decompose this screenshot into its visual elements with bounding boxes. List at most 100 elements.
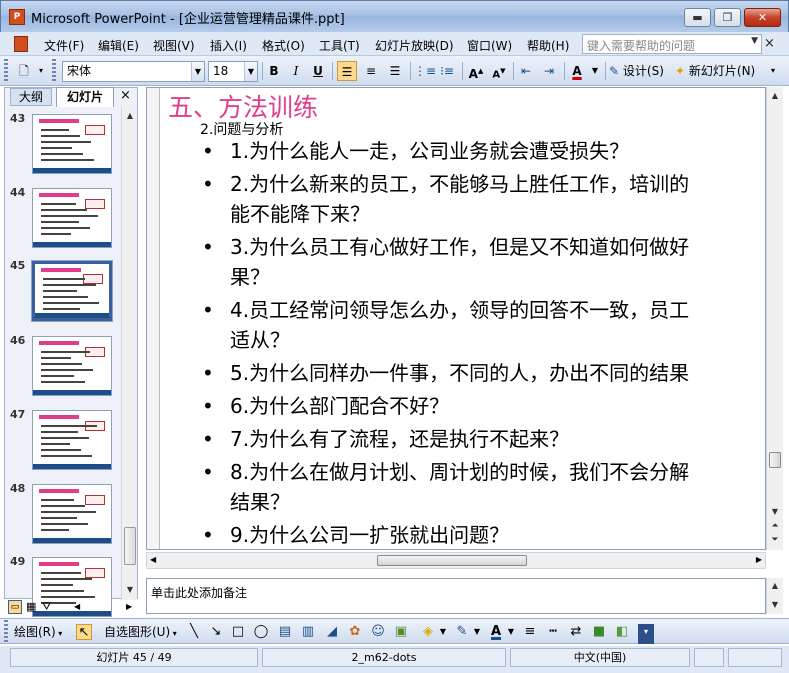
slide-thumbnail-row[interactable]: 47 — [4, 408, 122, 474]
scroll-left-icon[interactable]: ◀ — [150, 555, 156, 564]
minimize-button[interactable]: ▬ — [684, 8, 711, 27]
dash-style-icon[interactable]: ┅ — [545, 624, 561, 640]
next-slide-icon[interactable]: ⏷ — [768, 533, 782, 547]
normal-view-icon[interactable]: ▭ — [8, 600, 22, 614]
menu-window[interactable]: 窗口(W) — [467, 37, 512, 54]
chevron-down-icon[interactable]: ▼ — [435, 624, 451, 640]
maximize-button[interactable]: ❐ — [714, 8, 741, 27]
shadow-style-icon[interactable]: ■ — [591, 624, 607, 640]
slide-bullet-item[interactable]: 8.为什么在做月计划、周计划的时候，我们不会分解 结果？ — [200, 457, 765, 517]
slide-bullet-item[interactable]: 2.为什么新来的员工，不能够马上胜任工作，培训的 能不能降下来？ — [200, 169, 765, 229]
oval-icon[interactable]: ◯ — [253, 624, 269, 640]
align-right-icon[interactable]: ☰ — [385, 61, 405, 81]
draw-menu-button[interactable]: 绘图(R) ▾ — [14, 623, 62, 641]
line-icon[interactable]: ╲ — [186, 624, 202, 640]
scroll-up-icon[interactable]: ▲ — [123, 109, 137, 123]
panel-scrollbar[interactable]: ▲ ▼ — [121, 107, 137, 600]
menu-help[interactable]: 帮助(H) — [527, 37, 569, 54]
slide-thumbnail-row[interactable]: 44 — [4, 186, 122, 252]
toolbar-grip[interactable] — [52, 59, 56, 83]
slide-canvas[interactable]: 五、方法训练 2.问题与分析 1.为什么能人一走，公司业务就会遭受损失？2.为什… — [159, 88, 765, 549]
numbering-icon[interactable]: ⋮≡ — [414, 61, 436, 81]
diagram-icon[interactable]: ✿ — [347, 624, 363, 640]
chevron-down-icon[interactable]: ▼ — [590, 61, 600, 81]
bullets-icon[interactable]: ⁝≡ — [437, 61, 457, 81]
slide-bullet-item[interactable]: 3.为什么员工有心做好工作，但是又不知道如何做好 果？ — [200, 232, 765, 292]
chevron-down-icon[interactable]: ▼ — [503, 624, 519, 640]
fill-color-icon[interactable]: ◈ — [420, 624, 436, 640]
new-slide-button[interactable]: ✦ 新幻灯片(N) — [675, 61, 763, 81]
help-search-input[interactable]: 键入需要帮助的问题 ▼ — [582, 34, 762, 54]
slideshow-view-icon[interactable]: ⛛ — [42, 600, 51, 614]
menu-slideshow[interactable]: 幻灯片放映(D) — [375, 37, 454, 54]
chevron-down-icon[interactable]: ▼ — [244, 62, 257, 81]
notes-pane[interactable]: 单击此处添加备注 — [146, 578, 766, 614]
scroll-up-icon[interactable]: ▲ — [768, 89, 782, 103]
toolbar-options-chevron-icon[interactable]: ▾ — [36, 61, 46, 81]
slide-bullet-item[interactable]: 4.员工经常问领导怎么办，领导的回答不一致，员工 适从？ — [200, 295, 765, 355]
toolbar-options-chevron-icon[interactable]: ▾ — [766, 61, 780, 81]
slide-thumbnail[interactable] — [32, 336, 112, 396]
previous-slide-icon[interactable]: ⏶ — [768, 519, 782, 533]
menu-format[interactable]: 格式(O) — [262, 37, 305, 54]
slide-thumbnail[interactable] — [32, 484, 112, 544]
scroll-right-icon[interactable]: ▶ — [126, 602, 132, 611]
decrease-indent-icon[interactable]: ⇤ — [516, 61, 536, 81]
select-objects-icon[interactable]: ↖ — [76, 624, 92, 640]
autoshapes-menu-button[interactable]: 自选图形(U) ▾ — [104, 623, 177, 641]
wordart-icon[interactable]: ◢ — [324, 624, 340, 640]
underline-button[interactable]: U — [309, 61, 327, 81]
slide-bullet-list[interactable]: 1.为什么能人一走，公司业务就会遭受损失？2.为什么新来的员工，不能够马上胜任工… — [200, 136, 765, 549]
chevron-down-icon[interactable]: ▼ — [191, 62, 204, 81]
slide-bullet-item[interactable]: 1.为什么能人一走，公司业务就会遭受损失？ — [200, 136, 765, 166]
italic-button[interactable]: I — [287, 61, 305, 81]
slide-thumbnail[interactable] — [32, 410, 112, 470]
horizontal-scroll-thumb[interactable] — [377, 555, 527, 566]
document-close-button[interactable]: × — [764, 36, 775, 51]
align-left-icon[interactable]: ☰ — [337, 61, 357, 81]
toolbar-grip[interactable] — [4, 620, 8, 642]
powerpoint-app-icon[interactable]: P — [9, 9, 25, 25]
scroll-right-icon[interactable]: ▶ — [756, 555, 762, 564]
font-size-select[interactable]: 18 ▼ — [208, 61, 258, 82]
increase-font-size-icon[interactable]: A▲ — [466, 61, 486, 81]
slide-bullet-item[interactable]: 5.为什么同样办一件事，不同的人，办出不同的结果 — [200, 358, 765, 388]
arrow-icon[interactable]: ↘ — [208, 624, 224, 640]
menu-edit[interactable]: 编辑(E) — [98, 37, 139, 54]
document-icon[interactable] — [14, 36, 28, 52]
toolbar-options-chevron-icon[interactable]: ▾ — [638, 624, 654, 644]
line-color-icon[interactable]: ✎ — [454, 624, 470, 640]
slide-vertical-scrollbar[interactable]: ▲ ▼ ⏶ ⏷ — [766, 87, 783, 550]
slide-horizontal-scrollbar[interactable]: ◀ ▶ — [146, 552, 766, 569]
menu-view[interactable]: 视图(V) — [153, 37, 195, 54]
bold-button[interactable]: B — [265, 61, 283, 81]
status-design-name[interactable]: 2_m62-dots — [262, 648, 506, 667]
3d-style-icon[interactable]: ◧ — [614, 624, 630, 640]
slide-thumbnail[interactable] — [31, 260, 113, 322]
font-name-select[interactable]: 宋体 ▼ — [62, 61, 205, 82]
notes-scrollbar[interactable]: ▲ ▼ — [766, 578, 783, 614]
slide-bullet-item[interactable]: 9.为什么公司一扩张就出问题？ — [200, 520, 765, 549]
menu-file[interactable]: 文件(F) — [44, 37, 84, 54]
clip-art-icon[interactable]: ☺ — [370, 624, 386, 640]
menu-tools[interactable]: 工具(T) — [319, 37, 360, 54]
slide-thumbnail[interactable] — [32, 114, 112, 174]
scroll-down-icon[interactable]: ▼ — [768, 505, 782, 519]
arrow-style-icon[interactable]: ⇄ — [568, 624, 584, 640]
vertical-text-box-icon[interactable]: ▥ — [300, 624, 316, 640]
scroll-up-icon[interactable]: ▲ — [768, 579, 782, 593]
slide-sorter-view-icon[interactable]: ▦ — [26, 600, 36, 613]
chevron-down-icon[interactable]: ▼ — [469, 624, 485, 640]
menu-insert[interactable]: 插入(I) — [210, 37, 247, 54]
scroll-down-icon[interactable]: ▼ — [123, 583, 137, 597]
tab-outline[interactable]: 大纲 — [10, 88, 52, 106]
close-window-button[interactable]: ✕ — [744, 8, 781, 27]
slide-thumbnail-row[interactable]: 45 — [4, 259, 122, 325]
slide-thumbnail[interactable] — [32, 188, 112, 248]
font-color-icon[interactable]: A — [567, 61, 587, 81]
decrease-font-size-icon[interactable]: A▼ — [489, 61, 509, 81]
panel-close-button[interactable]: × — [120, 88, 131, 103]
align-center-icon[interactable]: ≡ — [361, 61, 381, 81]
chevron-down-icon[interactable]: ▼ — [751, 36, 758, 46]
tab-slides[interactable]: 幻灯片 — [56, 87, 114, 107]
